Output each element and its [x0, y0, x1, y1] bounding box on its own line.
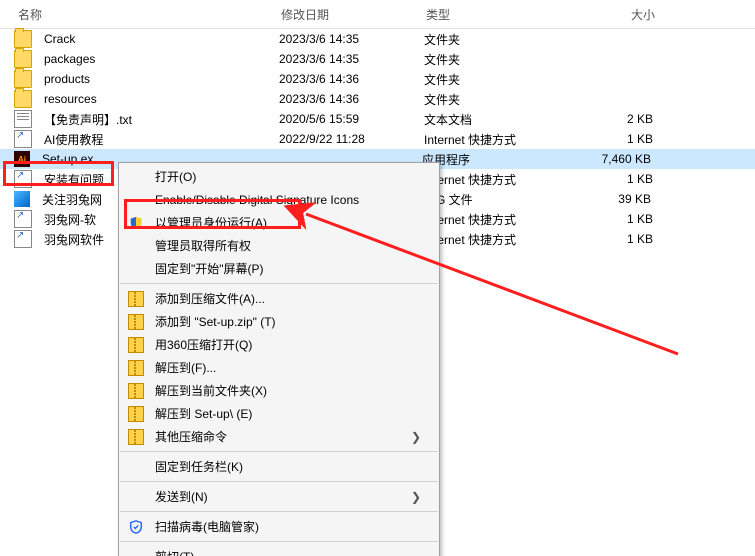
column-header-row: 名称 修改日期 类型 大小 [0, 0, 755, 29]
menu-open[interactable]: 打开(O) [119, 165, 439, 188]
file-date: 2023/3/6 14:35 [273, 52, 418, 66]
file-date: 2023/3/6 14:36 [273, 72, 418, 86]
file-type: 文件夹 [418, 91, 573, 108]
file-size: 2 KB [573, 112, 703, 126]
context-menu: 打开(O) Enable/Disable Digital Signature I… [118, 162, 440, 556]
submenu-arrow-icon: ❯ [411, 430, 421, 444]
scan-icon [127, 519, 145, 535]
folder-icon [14, 70, 32, 88]
file-size: 1 KB [573, 232, 703, 246]
col-date[interactable]: 修改日期 [275, 6, 420, 23]
file-size: 1 KB [573, 172, 703, 186]
file-name: products [38, 72, 273, 86]
menu-separator [120, 511, 438, 512]
menu-separator [120, 283, 438, 284]
file-date: 2023/3/6 14:36 [273, 92, 418, 106]
link-icon [14, 230, 32, 248]
col-size[interactable]: 大小 [575, 6, 705, 23]
menu-separator [120, 481, 438, 482]
archive-icon [127, 383, 145, 399]
file-name: resources [38, 92, 273, 106]
menu-signature-icons[interactable]: Enable/Disable Digital Signature Icons [119, 188, 439, 211]
shield-icon [127, 215, 145, 231]
txt-icon [14, 110, 32, 128]
file-row[interactable]: 【免责声明】.txt2020/5/6 15:59文本文档2 KB [0, 109, 755, 129]
ai-icon: Ai [14, 151, 30, 167]
jpg-icon [14, 191, 30, 207]
file-type: 文本文档 [418, 111, 573, 128]
folder-icon [14, 30, 32, 48]
menu-extract-to[interactable]: 解压到(F)... [119, 356, 439, 379]
link-icon [14, 170, 32, 188]
file-type: 文件夹 [418, 71, 573, 88]
folder-icon [14, 90, 32, 108]
file-name: Crack [38, 32, 273, 46]
file-type: Internet 快捷方式 [418, 231, 573, 248]
menu-extract-to-setup[interactable]: 解压到 Set-up\ (E) [119, 402, 439, 425]
file-name: AI使用教程 [38, 131, 273, 148]
file-date: 2020/5/6 15:59 [273, 112, 418, 126]
menu-add-to-setup-zip[interactable]: 添加到 "Set-up.zip" (T) [119, 310, 439, 333]
menu-open-with-360[interactable]: 用360压缩打开(Q) [119, 333, 439, 356]
file-size: 1 KB [573, 132, 703, 146]
explorer-window: { "header": {"name":"名称","date":"修改日期","… [0, 0, 755, 556]
menu-separator [120, 451, 438, 452]
menu-run-as-admin[interactable]: 以管理员身份运行(A) [119, 211, 439, 234]
file-name: packages [38, 52, 273, 66]
col-name[interactable]: 名称 [0, 6, 275, 23]
link-icon [14, 130, 32, 148]
folder-icon [14, 50, 32, 68]
file-date: 2023/3/6 14:35 [273, 32, 418, 46]
submenu-arrow-icon: ❯ [411, 490, 421, 504]
file-type: 文件夹 [418, 51, 573, 68]
archive-icon [127, 291, 145, 307]
archive-icon [127, 406, 145, 422]
file-type: Internet 快捷方式 [418, 171, 573, 188]
menu-admin-ownership[interactable]: 管理员取得所有权 [119, 234, 439, 257]
menu-scan-virus[interactable]: 扫描病毒(电脑管家) [119, 515, 439, 538]
file-size: 7,460 KB [571, 152, 701, 166]
menu-other-zip[interactable]: 其他压缩命令❯ [119, 425, 439, 448]
file-row[interactable]: AI使用教程2022/9/22 11:28Internet 快捷方式1 KB [0, 129, 755, 149]
archive-icon [127, 429, 145, 445]
file-type: Internet 快捷方式 [418, 211, 573, 228]
file-row[interactable]: Crack2023/3/6 14:35文件夹 [0, 29, 755, 49]
menu-extract-here[interactable]: 解压到当前文件夹(X) [119, 379, 439, 402]
file-row[interactable]: packages2023/3/6 14:35文件夹 [0, 49, 755, 69]
file-type: 文件夹 [418, 31, 573, 48]
archive-icon [127, 314, 145, 330]
file-size: 1 KB [573, 212, 703, 226]
file-size: 39 KB [571, 192, 701, 206]
menu-add-to-archive[interactable]: 添加到压缩文件(A)... [119, 287, 439, 310]
file-row[interactable]: products2023/3/6 14:36文件夹 [0, 69, 755, 89]
menu-send-to[interactable]: 发送到(N)❯ [119, 485, 439, 508]
archive-icon [127, 360, 145, 376]
menu-pin-to-start[interactable]: 固定到"开始"屏幕(P) [119, 257, 439, 280]
file-date: 2022/9/22 11:28 [273, 132, 418, 146]
file-type: Internet 快捷方式 [418, 131, 573, 148]
link-icon [14, 210, 32, 228]
menu-cut[interactable]: 剪切(T) [119, 545, 439, 556]
menu-separator [120, 541, 438, 542]
archive-icon [127, 337, 145, 353]
col-type[interactable]: 类型 [420, 6, 575, 23]
menu-pin-to-taskbar[interactable]: 固定到任务栏(K) [119, 455, 439, 478]
file-row[interactable]: resources2023/3/6 14:36文件夹 [0, 89, 755, 109]
file-name: 【免责声明】.txt [38, 111, 273, 128]
